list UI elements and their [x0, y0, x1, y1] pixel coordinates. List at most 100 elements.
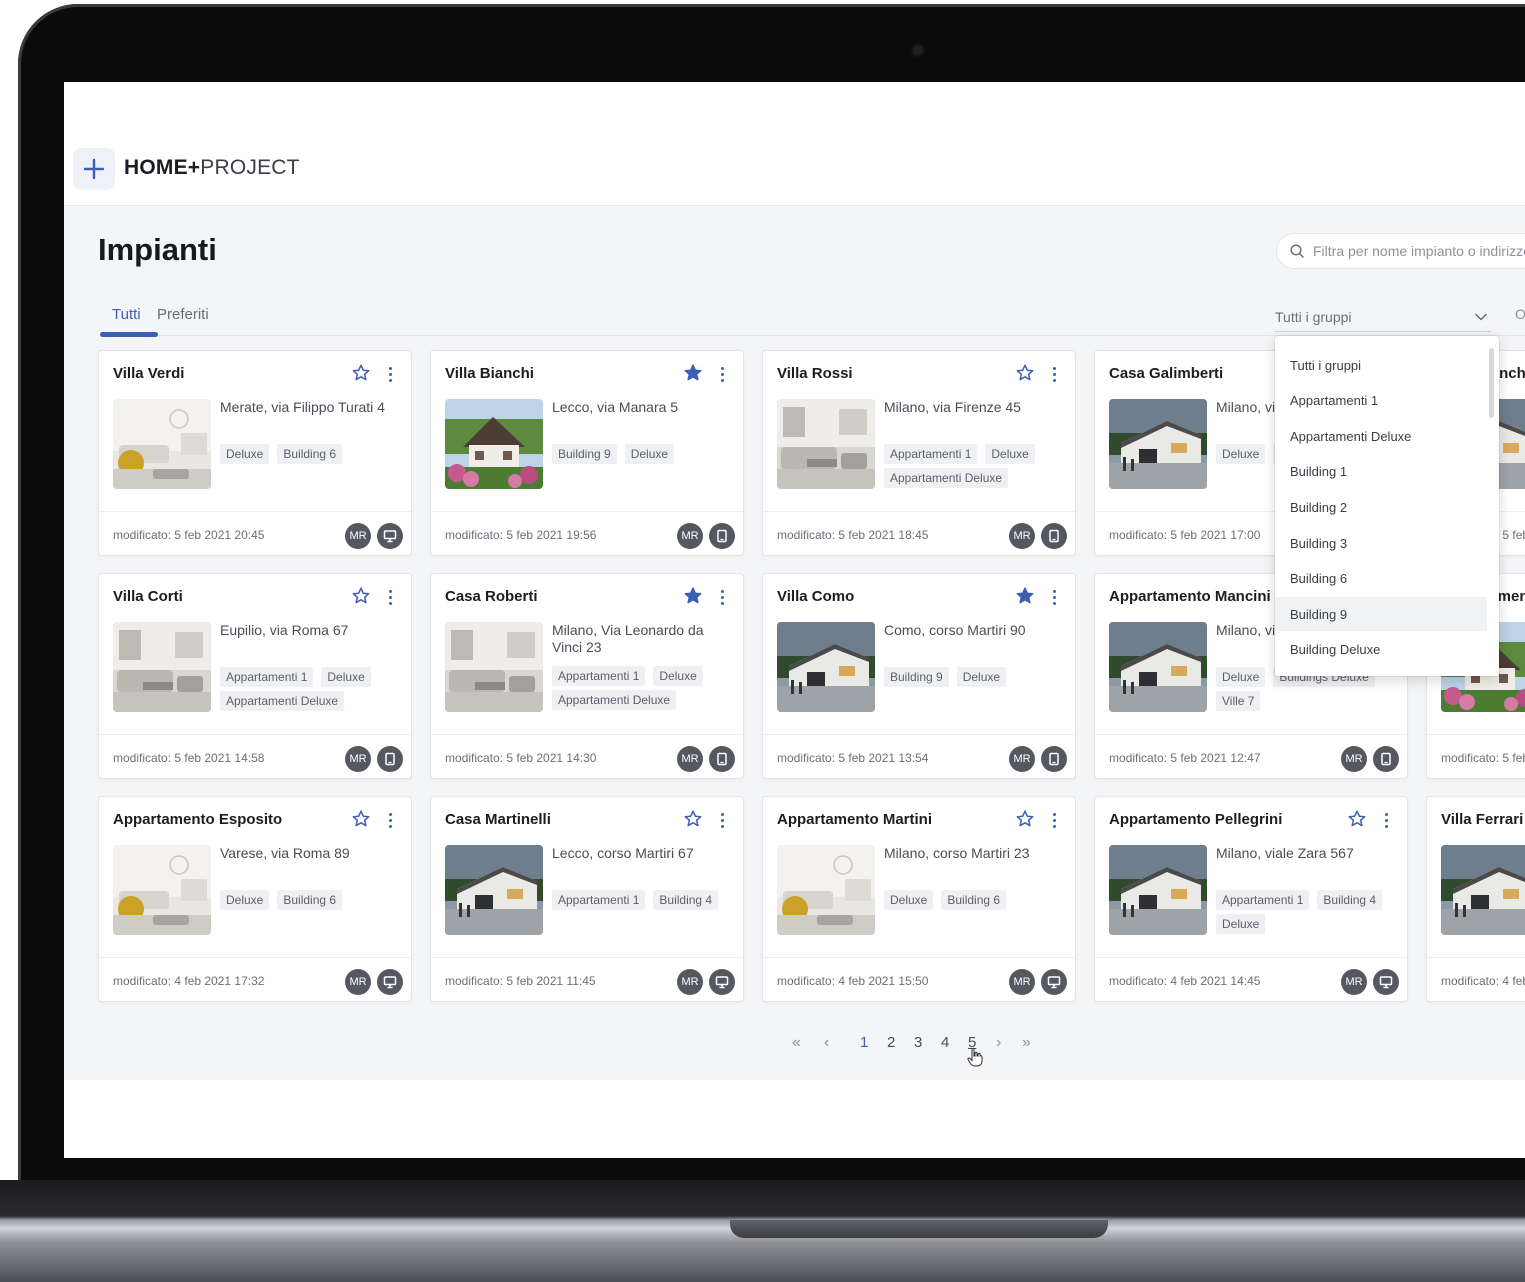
- card-title[interactable]: Appartamento Martini: [777, 811, 932, 828]
- plant-card[interactable]: Villa Bianchi Lecco, via Manara 5 Building…: [430, 350, 744, 556]
- card-title[interactable]: Appartamento Pellegrini: [1109, 811, 1282, 828]
- pagination-next-button[interactable]: ›: [996, 1034, 1001, 1052]
- card-title[interactable]: Villa Bianchi: [445, 365, 534, 382]
- dropdown-option[interactable]: Appartamenti Deluxe: [1275, 419, 1487, 453]
- user-avatar[interactable]: MR: [677, 746, 703, 772]
- star-outline-icon[interactable]: [351, 809, 373, 831]
- tablet-icon[interactable]: [377, 746, 403, 772]
- monitor-icon[interactable]: [377, 523, 403, 549]
- more-vertical-icon[interactable]: [1047, 809, 1061, 831]
- property-thumbnail: [777, 622, 875, 712]
- card-title[interactable]: Appartamento Esposito: [113, 811, 282, 828]
- tab-preferiti[interactable]: Preferiti: [157, 306, 209, 323]
- monitor-icon[interactable]: [1373, 969, 1399, 995]
- user-avatar[interactable]: MR: [677, 523, 703, 549]
- property-thumbnail: [1109, 622, 1207, 712]
- group-tag: Deluxe: [220, 890, 270, 910]
- dropdown-option[interactable]: Building 6: [1275, 562, 1487, 596]
- card-title[interactable]: Casa Roberti: [445, 588, 538, 605]
- more-vertical-icon[interactable]: [1047, 363, 1061, 385]
- plant-card[interactable]: Villa Rossi Milano, via Firenze 45 Apparta…: [762, 350, 1076, 556]
- user-avatar[interactable]: MR: [677, 969, 703, 995]
- group-tag: Building 6: [277, 444, 343, 464]
- card-address: Eupilio, via Roma 67: [220, 622, 349, 638]
- dropdown-option[interactable]: Building 3: [1275, 526, 1487, 560]
- pagination-prev-button[interactable]: ‹: [824, 1034, 829, 1052]
- plant-card[interactable]: Appartamento Pellegrini Milano, viale Zar…: [1094, 796, 1408, 1002]
- card-title[interactable]: Casa Galimberti: [1109, 365, 1223, 382]
- star-outline-icon[interactable]: [1015, 809, 1037, 831]
- plant-card[interactable]: Appartamento Martini Milano, corso Martir…: [762, 796, 1076, 1002]
- card-title[interactable]: Villa Como: [777, 588, 854, 605]
- user-avatar[interactable]: MR: [345, 523, 371, 549]
- plant-card[interactable]: Villa Corti Eupilio, via Roma 67 Appartame…: [98, 573, 412, 779]
- user-avatar[interactable]: MR: [1009, 523, 1035, 549]
- plant-card[interactable]: Villa Como Como, corso Martiri 90 Building…: [762, 573, 1076, 779]
- more-vertical-icon[interactable]: [715, 363, 729, 385]
- plant-card[interactable]: Villa Verdi Merate, via Filippo Turati 4 D…: [98, 350, 412, 556]
- card-title[interactable]: Casa Martinelli: [445, 811, 551, 828]
- plant-card[interactable]: Casa Roberti Milano, Via Leonardo da Vinc…: [430, 573, 744, 779]
- star-filled-icon[interactable]: [683, 586, 705, 608]
- modified-date: modificato: 5 feb 2021 20:45: [113, 528, 265, 542]
- star-outline-icon[interactable]: [1015, 363, 1037, 385]
- star-outline-icon[interactable]: [351, 363, 373, 385]
- search-input[interactable]: [1313, 243, 1525, 259]
- dropdown-option[interactable]: Building Deluxe: [1275, 633, 1487, 667]
- card-title[interactable]: Villa Rossi: [777, 365, 853, 382]
- tablet-icon[interactable]: [709, 746, 735, 772]
- user-avatar[interactable]: MR: [1341, 746, 1367, 772]
- star-filled-icon[interactable]: [1015, 586, 1037, 608]
- tablet-icon[interactable]: [1041, 523, 1067, 549]
- star-outline-icon[interactable]: [683, 809, 705, 831]
- card-footer: modificato: 5 feb 2021 18:45 MR: [763, 511, 1075, 557]
- tablet-icon[interactable]: [1041, 746, 1067, 772]
- user-avatar[interactable]: MR: [1009, 746, 1035, 772]
- dropdown-option[interactable]: Building 2: [1275, 490, 1487, 524]
- star-filled-icon[interactable]: [683, 363, 705, 385]
- pagination-first-button[interactable]: «: [792, 1034, 801, 1052]
- pagination-page-3[interactable]: 3: [914, 1034, 922, 1051]
- more-vertical-icon[interactable]: [383, 586, 397, 608]
- more-vertical-icon[interactable]: [1379, 809, 1393, 831]
- group-tag: Building 6: [277, 890, 343, 910]
- user-avatar[interactable]: MR: [345, 969, 371, 995]
- dropdown-option[interactable]: Appartamenti 1: [1275, 384, 1487, 418]
- more-vertical-icon[interactable]: [383, 363, 397, 385]
- order-select[interactable]: O: [1515, 306, 1525, 322]
- monitor-icon[interactable]: [377, 969, 403, 995]
- more-vertical-icon[interactable]: [1047, 586, 1061, 608]
- monitor-icon[interactable]: [1041, 969, 1067, 995]
- card-title[interactable]: Villa Ferrari: [1441, 811, 1523, 828]
- plant-card[interactable]: Casa Martinelli Lecco, corso Martiri 67 Ap…: [430, 796, 744, 1002]
- pagination-last-button[interactable]: »: [1022, 1034, 1031, 1052]
- card-title[interactable]: Villa Verdi: [113, 365, 184, 382]
- card-title[interactable]: Villa Corti: [113, 588, 183, 605]
- dropdown-option[interactable]: Tutti i gruppi: [1275, 348, 1487, 382]
- tab-tutti[interactable]: Tutti: [112, 306, 141, 323]
- monitor-icon[interactable]: [709, 969, 735, 995]
- user-avatar[interactable]: MR: [345, 746, 371, 772]
- more-vertical-icon[interactable]: [383, 809, 397, 831]
- group-filter-select[interactable]: Tutti i gruppi: [1275, 302, 1491, 332]
- pagination-page-4[interactable]: 4: [941, 1034, 949, 1051]
- star-outline-icon[interactable]: [1347, 809, 1369, 831]
- plant-card[interactable]: Villa FerrariMonza, via Roma 5Deluxemodi…: [1426, 796, 1525, 1002]
- dropdown-option[interactable]: Building 1: [1275, 455, 1487, 489]
- dropdown-option[interactable]: Building 9: [1275, 597, 1487, 632]
- user-avatar[interactable]: MR: [1341, 969, 1367, 995]
- logo-plus-icon[interactable]: [73, 148, 115, 190]
- pagination-page-1[interactable]: 1: [860, 1034, 868, 1051]
- star-outline-icon[interactable]: [351, 586, 373, 608]
- pagination-page-2[interactable]: 2: [887, 1034, 895, 1051]
- tablet-icon[interactable]: [1373, 746, 1399, 772]
- more-vertical-icon[interactable]: [715, 809, 729, 831]
- more-vertical-icon[interactable]: [715, 586, 729, 608]
- card-title[interactable]: Appartamento Mancini: [1109, 588, 1271, 605]
- plant-card[interactable]: Appartamento Esposito Varese, via Roma 89…: [98, 796, 412, 1002]
- user-avatar[interactable]: MR: [1009, 969, 1035, 995]
- dropdown-scrollbar[interactable]: [1489, 348, 1494, 418]
- group-tag: Deluxe: [1216, 667, 1266, 687]
- tablet-icon[interactable]: [709, 523, 735, 549]
- search-box[interactable]: [1276, 233, 1525, 269]
